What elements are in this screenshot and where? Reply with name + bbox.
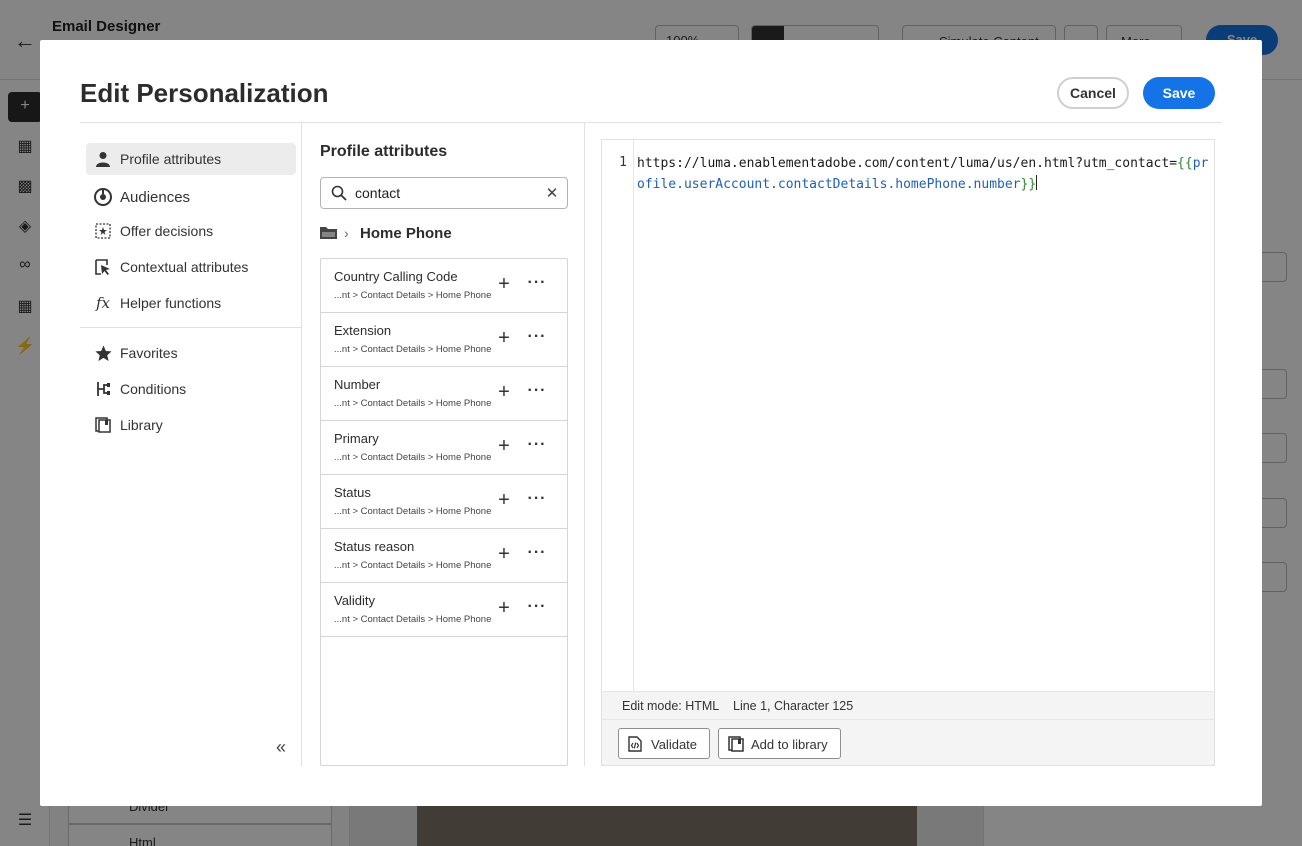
breadcrumb-current: Home Phone: [360, 225, 452, 242]
list-item[interactable]: Number ...nt > Contact Details > Home Ph…: [321, 367, 567, 421]
search-icon: [331, 185, 347, 201]
edit-mode-label: Edit mode: HTML: [622, 699, 720, 713]
attribute-path: ...nt > Contact Details > Home Phone: [334, 398, 492, 409]
add-attribute-icon[interactable]: +: [493, 435, 515, 457]
add-to-library-label: Add to library: [751, 737, 828, 752]
list-item[interactable]: Primary ...nt > Contact Details > Home P…: [321, 421, 567, 475]
nav-item-contextual-attributes[interactable]: Contextual attributes: [86, 251, 296, 283]
star-icon: [94, 344, 112, 362]
nav-label: Conditions: [120, 381, 187, 397]
validate-label: Validate: [651, 737, 698, 752]
more-options-icon[interactable]: ···: [525, 489, 549, 511]
more-options-icon[interactable]: ···: [525, 435, 549, 457]
chevron-right-icon: ›: [344, 225, 349, 241]
nav-label: Contextual attributes: [120, 259, 249, 275]
list-item[interactable]: Country Calling Code ...nt > Contact Det…: [321, 259, 567, 313]
more-options-icon[interactable]: ···: [525, 327, 549, 349]
nav-label: Helper functions: [120, 295, 222, 311]
library-icon: [94, 416, 112, 434]
nav-label: Offer decisions: [120, 223, 214, 239]
nav-item-conditions[interactable]: Conditions: [86, 373, 296, 405]
search-input[interactable]: [355, 183, 535, 203]
code-editor: 1 https://luma.enablementadobe.com/conte…: [601, 139, 1215, 766]
nav-item-helper-functions[interactable]: fx Helper functions: [86, 287, 296, 319]
nav-label: Favorites: [120, 345, 178, 361]
collapse-panel-icon[interactable]: «: [276, 737, 286, 758]
attribute-name: Primary: [334, 431, 379, 446]
attribute-path: ...nt > Contact Details > Home Phone: [334, 344, 492, 355]
clear-search-icon[interactable]: ✕: [543, 184, 561, 202]
function-icon: fx: [95, 294, 110, 312]
edit-personalization-dialog: Edit Personalization Cancel Save Profile…: [40, 40, 1262, 806]
user-icon: [94, 150, 112, 168]
attribute-search[interactable]: ✕: [320, 177, 568, 209]
attribute-path: ...nt > Contact Details > Home Phone: [334, 614, 492, 625]
attribute-name: Number: [334, 377, 381, 392]
editor-toolbar: Validate Add to library: [602, 719, 1214, 765]
add-attribute-icon[interactable]: +: [493, 597, 515, 619]
nav-item-audiences[interactable]: Audiences: [86, 181, 296, 213]
attribute-list: Country Calling Code ...nt > Contact Det…: [320, 258, 568, 766]
line-gutter: 1: [602, 140, 634, 691]
validate-icon: [628, 736, 642, 752]
attribute-name: Country Calling Code: [334, 269, 458, 284]
code-brace-close: }}: [1020, 177, 1037, 192]
validate-button[interactable]: Validate: [618, 728, 710, 759]
personalization-nav: Profile attributes Audiences Offer decis…: [80, 123, 302, 766]
attribute-name: Status reason: [334, 539, 415, 554]
contextual-icon: [94, 258, 112, 276]
audiences-icon: [94, 188, 112, 206]
add-attribute-icon[interactable]: +: [493, 273, 515, 295]
cursor-position-label: Line 1, Character 125: [733, 699, 854, 713]
list-item[interactable]: Status reason ...nt > Contact Details > …: [321, 529, 567, 583]
code-brace-open: {{: [1177, 156, 1193, 171]
more-options-icon[interactable]: ···: [525, 381, 549, 403]
attribute-path: ...nt > Contact Details > Home Phone: [334, 506, 492, 517]
library-icon: [728, 736, 744, 752]
dialog-title: Edit Personalization: [80, 78, 329, 108]
nav-item-library[interactable]: Library: [86, 409, 296, 441]
browser-title: Profile attributes: [320, 143, 448, 160]
attribute-name: Extension: [334, 323, 392, 338]
attribute-path: ...nt > Contact Details > Home Phone: [334, 560, 492, 571]
list-item[interactable]: Extension ...nt > Contact Details > Home…: [321, 313, 567, 367]
code-content[interactable]: https://luma.enablementadobe.com/content…: [637, 153, 1209, 195]
more-options-icon[interactable]: ···: [525, 273, 549, 295]
nav-item-profile-attributes[interactable]: Profile attributes: [86, 143, 296, 175]
add-attribute-icon[interactable]: +: [493, 489, 515, 511]
text-cursor: [1036, 175, 1038, 190]
more-options-icon[interactable]: ···: [525, 597, 549, 619]
editor-status-bar: Edit mode: HTML Line 1, Character 125: [602, 691, 1214, 719]
attribute-name: Validity: [334, 593, 375, 608]
attribute-browser: Profile attributes ✕ › Home Phone Countr…: [303, 123, 585, 766]
more-options-icon[interactable]: ···: [525, 543, 549, 565]
attribute-path: ...nt > Contact Details > Home Phone: [334, 290, 492, 301]
code-url: https://luma.enablementadobe.com/content…: [637, 156, 1178, 171]
nav-label: Audiences: [120, 189, 191, 206]
nav-item-favorites[interactable]: Favorites: [86, 337, 296, 369]
attribute-name: Status: [334, 485, 371, 500]
add-attribute-icon[interactable]: +: [493, 327, 515, 349]
list-item[interactable]: Validity ...nt > Contact Details > Home …: [321, 583, 567, 637]
cancel-button[interactable]: Cancel: [1057, 77, 1129, 109]
add-attribute-icon[interactable]: +: [493, 543, 515, 565]
nav-label: Library: [120, 417, 163, 433]
nav-item-offer-decisions[interactable]: Offer decisions: [86, 215, 296, 247]
add-attribute-icon[interactable]: +: [493, 381, 515, 403]
add-to-library-button[interactable]: Add to library: [718, 728, 841, 759]
conditions-icon: [94, 380, 112, 398]
line-number: 1: [619, 155, 627, 170]
offer-icon: [94, 222, 112, 240]
attribute-path: ...nt > Contact Details > Home Phone: [334, 452, 492, 463]
folder-icon[interactable]: [320, 226, 338, 240]
save-button[interactable]: Save: [1143, 77, 1215, 109]
list-item[interactable]: Status ...nt > Contact Details > Home Ph…: [321, 475, 567, 529]
nav-label: Profile attributes: [120, 151, 222, 167]
nav-divider: [80, 327, 302, 328]
